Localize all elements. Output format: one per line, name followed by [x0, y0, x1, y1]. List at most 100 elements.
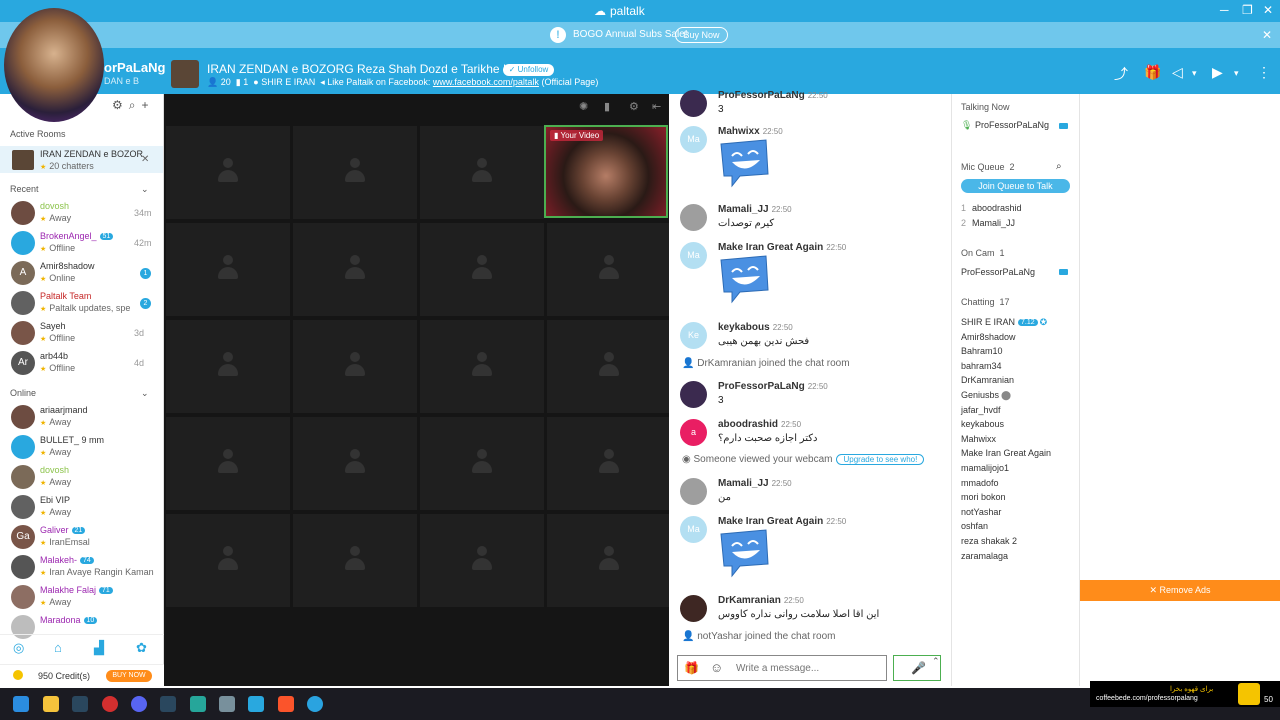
avatar[interactable]: a: [680, 419, 707, 446]
mic-button[interactable]: 🎤 ⌃: [893, 655, 941, 681]
video-tile[interactable]: [166, 514, 290, 607]
video-tile[interactable]: [547, 223, 671, 316]
promo-close-icon[interactable]: ✕: [1262, 28, 1272, 42]
add-user-icon[interactable]: +: [142, 98, 149, 113]
settings-icon[interactable]: [219, 696, 235, 712]
rooms-icon[interactable]: ✿: [136, 640, 147, 656]
avatar[interactable]: [680, 381, 707, 408]
video-tile[interactable]: [293, 223, 417, 316]
chevron-up-icon[interactable]: ⌃: [932, 656, 940, 667]
message-author[interactable]: aboodrashid 22:50: [718, 419, 801, 430]
steam-icon[interactable]: [72, 696, 88, 712]
talking-now-user[interactable]: 🎙 ProFessorPaLaNg: [961, 120, 1049, 131]
video-tile[interactable]: [547, 514, 671, 607]
steam-icon[interactable]: [160, 696, 176, 712]
gift-icon[interactable]: 🎁: [684, 661, 699, 675]
chatting-user[interactable]: reza shakak 2: [961, 536, 1017, 546]
message-author[interactable]: keykabous 22:50: [718, 322, 793, 333]
gift-icon[interactable]: 🎁: [1144, 64, 1161, 81]
online-header[interactable]: Online ⌄: [10, 388, 160, 398]
close-room-icon[interactable]: ✕: [141, 154, 149, 165]
chevron-down-icon[interactable]: ⌄: [141, 184, 149, 195]
contact-row[interactable]: Paltalk Team ★ Paltalk updates, spe 2: [0, 288, 163, 318]
chatting-user[interactable]: Geniusbs ⬤: [961, 390, 1011, 401]
on-cam-user[interactable]: ProFessorPaLaNg: [961, 267, 1035, 277]
chatting-user[interactable]: jafar_hvdf: [961, 405, 1001, 415]
message-author[interactable]: Mamali_JJ 22:50: [718, 478, 792, 489]
contact-row[interactable]: Ebi VIP ★ Away: [0, 492, 163, 522]
facebook-link[interactable]: www.facebook.com/paltalk: [433, 77, 539, 87]
chatting-user[interactable]: mmadofo: [961, 478, 999, 488]
avatar[interactable]: Ma: [680, 516, 707, 543]
chatting-user[interactable]: mori bokon: [961, 492, 1006, 502]
collapse-icon[interactable]: ⇤: [652, 100, 661, 113]
video-tile[interactable]: [166, 223, 290, 316]
search-icon[interactable]: ⌕: [1056, 161, 1062, 172]
more-vertical-icon[interactable]: ⋮: [1257, 64, 1271, 81]
chatting-user[interactable]: Bahram10: [961, 346, 1003, 356]
message-author[interactable]: Mamali_JJ 22:50: [718, 204, 792, 215]
message-author[interactable]: ProFessorPaLaNg 22:50: [718, 381, 828, 392]
upgrade-button[interactable]: Upgrade to see who!: [836, 454, 925, 465]
video-settings-icon[interactable]: ⚙: [629, 100, 639, 113]
avatar[interactable]: Ma: [680, 126, 707, 153]
buy-credits-button[interactable]: BUY NOW: [106, 670, 152, 682]
close-window-button[interactable]: ✕: [1263, 3, 1273, 17]
chatting-user[interactable]: Mahwixx: [961, 434, 996, 444]
contact-row[interactable]: dovosh ★ Away 34m: [0, 198, 163, 228]
message-author[interactable]: ProFessorPaLaNg 22:50: [718, 90, 828, 101]
discord-icon[interactable]: [131, 696, 147, 712]
video-tile[interactable]: [420, 126, 544, 219]
contact-row[interactable]: Malakhe Falaj 71 ★ Away: [0, 582, 163, 612]
video-tile[interactable]: [293, 320, 417, 413]
minimize-button[interactable]: ─: [1220, 3, 1229, 17]
video-toggle-icon[interactable]: ▮: [604, 100, 610, 113]
contact-row[interactable]: A Amir8shadow ★ Online 1: [0, 258, 163, 288]
settings-icon[interactable]: ⚙: [112, 98, 123, 113]
remove-ads-button[interactable]: ✕ Remove Ads: [1080, 580, 1280, 601]
video-tile[interactable]: [293, 514, 417, 607]
queue-item[interactable]: 1 aboodrashid: [961, 203, 1022, 213]
megaphone-button-icon[interactable]: ◁: [1172, 64, 1183, 81]
message-author[interactable]: DrKamranian 22:50: [718, 595, 804, 606]
video-tile[interactable]: [166, 126, 290, 219]
home-icon[interactable]: ⌂: [54, 640, 62, 655]
avatar[interactable]: Ma: [680, 242, 707, 269]
file-explorer-icon[interactable]: [43, 696, 59, 712]
chatting-user[interactable]: Make Iran Great Again: [961, 448, 1051, 458]
queue-item[interactable]: 2 Mamali_JJ: [961, 218, 1015, 228]
telegram-icon[interactable]: [307, 696, 323, 712]
contact-row[interactable]: BULLET_ 9 mm ★ Away: [0, 432, 163, 462]
message-author[interactable]: Make Iran Great Again 22:50: [718, 242, 846, 253]
video-tile[interactable]: [166, 417, 290, 510]
avatar[interactable]: Ke: [680, 322, 707, 349]
active-room-item[interactable]: IRAN ZENDAN e BOZOR ★ 20 chatters ✕: [0, 146, 163, 173]
search-icon[interactable]: ⌕: [129, 98, 136, 113]
promo-buy-button[interactable]: Buy Now: [675, 27, 728, 43]
chatting-user[interactable]: keykabous: [961, 419, 1004, 429]
brave-icon[interactable]: [278, 696, 294, 712]
chevron-down-icon[interactable]: ▾: [1192, 68, 1197, 79]
chatting-user[interactable]: SHIR E IRAN 7.12 ✪: [961, 317, 1047, 328]
video-tile[interactable]: [166, 320, 290, 413]
unfollow-button[interactable]: ✓ Unfollow: [503, 64, 554, 76]
video-tile[interactable]: [547, 320, 671, 413]
start-icon[interactable]: [13, 696, 29, 712]
chatting-user[interactable]: Amir8shadow: [961, 332, 1016, 342]
chatting-user[interactable]: oshfan: [961, 521, 988, 531]
chevron-down-icon[interactable]: ⌄: [141, 388, 149, 399]
message-author[interactable]: Mahwixx 22:50: [718, 126, 783, 137]
contact-row[interactable]: ariaarjmand ★ Away: [0, 402, 163, 432]
avatar[interactable]: [680, 90, 707, 117]
contact-row[interactable]: dovosh ★ Away: [0, 462, 163, 492]
app-icon[interactable]: [190, 696, 206, 712]
contact-row[interactable]: Sayeh ★ Offline 3d: [0, 318, 163, 348]
share-icon[interactable]: ⤴: [1114, 64, 1128, 84]
contact-row[interactable]: BrokenAngel_ 51 ★ Offline 42m: [0, 228, 163, 258]
recent-header[interactable]: Recent ⌄: [10, 184, 160, 194]
contact-row[interactable]: Ar arb44b ★ Offline 4d: [0, 348, 163, 378]
avatar[interactable]: [680, 204, 707, 231]
leaderboard-icon[interactable]: ▟: [94, 640, 104, 656]
video-tile[interactable]: [420, 223, 544, 316]
effects-icon[interactable]: ✺: [579, 100, 588, 113]
